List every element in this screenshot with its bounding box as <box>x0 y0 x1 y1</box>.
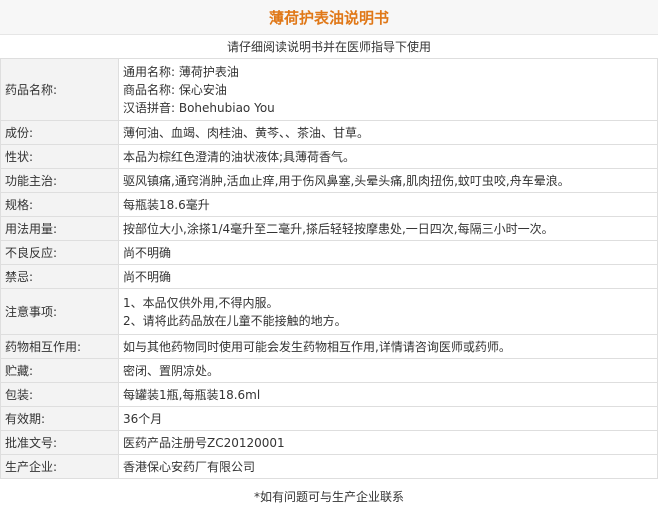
row-value: 36个月 <box>118 406 658 431</box>
row-value: 按部位大小,涂搽1/4毫升至二毫升,搽后轻轻按摩患处,一日四次,每隔三小时一次。 <box>118 216 658 241</box>
table-row-drug-name: 药品名称: 通用名称: 薄荷护表油 商品名称: 保心安油 汉语拼音: Boheh… <box>0 58 658 121</box>
precaution-item: 2、请将此药品放在儿童不能接触的地方。 <box>123 313 347 328</box>
row-value: 每瓶装18.6毫升 <box>118 192 658 217</box>
row-label: 生产企业: <box>0 454 119 479</box>
row-label: 药物相互作用: <box>0 334 119 359</box>
table-row-contraindications: 禁忌: 尚不明确 <box>0 264 658 289</box>
generic-name: 通用名称: 薄荷护表油 <box>123 64 239 79</box>
row-label: 不良反应: <box>0 240 119 265</box>
row-value: 驱风镇痛,通窍消肿,活血止痒,用于伤风鼻塞,头晕头痛,肌肉扭伤,蚊叮虫咬,舟车晕… <box>118 168 658 193</box>
table-row-precautions: 注意事项: 1、本品仅供外用,不得内服。 2、请将此药品放在儿童不能接触的地方。 <box>0 288 658 335</box>
row-value: 1、本品仅供外用,不得内服。 2、请将此药品放在儿童不能接触的地方。 <box>118 288 658 335</box>
table-row-description: 性状: 本品为棕红色澄清的油状液体;具薄荷香气。 <box>0 144 658 169</box>
row-label: 注意事项: <box>0 288 119 335</box>
row-value: 本品为棕红色澄清的油状液体;具薄荷香气。 <box>118 144 658 169</box>
row-value: 如与其他药物同时使用可能会发生药物相互作用,详情请咨询医师或药师。 <box>118 334 658 359</box>
row-label: 成份: <box>0 120 119 145</box>
precaution-item: 1、本品仅供外用,不得内服。 <box>123 295 279 310</box>
table-row-dosage: 用法用量: 按部位大小,涂搽1/4毫升至二毫升,搽后轻轻按摩患处,一日四次,每隔… <box>0 216 658 241</box>
row-value: 香港保心安药厂有限公司 <box>118 454 658 479</box>
table-row-approval-number: 批准文号: 医药产品注册号ZC20120001 <box>0 430 658 455</box>
row-label: 药品名称: <box>0 58 119 121</box>
footnote: *如有问题可与生产企业联系 <box>253 489 404 504</box>
instruction-table: 药品名称: 通用名称: 薄荷护表油 商品名称: 保心安油 汉语拼音: Boheh… <box>0 58 658 479</box>
row-label: 禁忌: <box>0 264 119 289</box>
row-value: 密闭、置阴凉处。 <box>118 358 658 383</box>
pinyin-name: 汉语拼音: Bohehubiao You <box>123 100 275 115</box>
table-row-expiry: 有效期: 36个月 <box>0 406 658 431</box>
table-row-specification: 规格: 每瓶装18.6毫升 <box>0 192 658 217</box>
table-row-adverse-reactions: 不良反应: 尚不明确 <box>0 240 658 265</box>
row-label: 用法用量: <box>0 216 119 241</box>
instruction-sheet: 薄荷护表油说明书 请仔细阅读说明书并在医师指导下使用 药品名称: 通用名称: 薄… <box>0 0 658 508</box>
trade-name: 商品名称: 保心安油 <box>123 82 227 97</box>
page-title: 薄荷护表油说明书 <box>0 0 658 34</box>
row-value: 医药产品注册号ZC20120001 <box>118 430 658 455</box>
table-row-interactions: 药物相互作用: 如与其他药物同时使用可能会发生药物相互作用,详情请咨询医师或药师… <box>0 334 658 359</box>
row-label: 包装: <box>0 382 119 407</box>
row-value: 尚不明确 <box>118 264 658 289</box>
table-row-storage: 贮藏: 密闭、置阴凉处。 <box>0 358 658 383</box>
row-label: 规格: <box>0 192 119 217</box>
row-value: 尚不明确 <box>118 240 658 265</box>
table-row-ingredients: 成份: 薄何油、血竭、肉桂油、黄芩、、茶油、甘草。 <box>0 120 658 145</box>
row-label: 批准文号: <box>0 430 119 455</box>
row-label: 功能主治: <box>0 168 119 193</box>
row-value: 薄何油、血竭、肉桂油、黄芩、、茶油、甘草。 <box>118 120 658 145</box>
page-subtitle: 请仔细阅读说明书并在医师指导下使用 <box>0 34 658 58</box>
row-label: 性状: <box>0 144 119 169</box>
table-row-packaging: 包装: 每罐装1瓶,每瓶装18.6ml <box>0 382 658 407</box>
row-value: 每罐装1瓶,每瓶装18.6ml <box>118 382 658 407</box>
row-value: 通用名称: 薄荷护表油 商品名称: 保心安油 汉语拼音: Bohehubiao … <box>118 58 658 121</box>
table-row-manufacturer: 生产企业: 香港保心安药厂有限公司 <box>0 454 658 479</box>
row-label: 贮藏: <box>0 358 119 383</box>
table-row-indications: 功能主治: 驱风镇痛,通窍消肿,活血止痒,用于伤风鼻塞,头晕头痛,肌肉扭伤,蚊叮… <box>0 168 658 193</box>
row-label: 有效期: <box>0 406 119 431</box>
